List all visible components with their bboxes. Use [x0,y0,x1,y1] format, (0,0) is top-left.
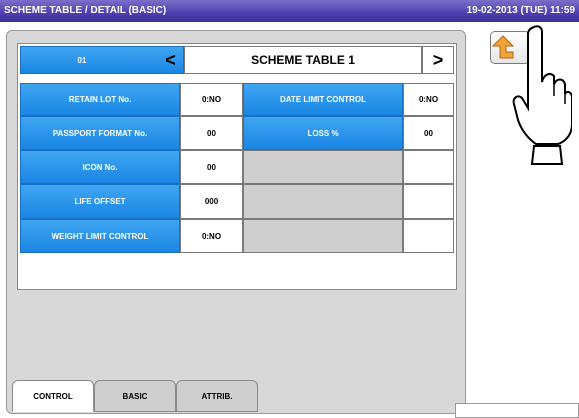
main-panel: 01 < SCHEME TABLE 1 > RETAIN LOT No. 0:N… [6,30,466,414]
life-offset-value[interactable]: 000 [180,184,243,219]
date-time: 19-02-2013 (TUE) 11:59 [466,5,575,16]
next-scheme-button[interactable]: > [422,46,454,74]
empty-value-cell [403,184,454,219]
empty-label-cell [243,150,403,184]
title-bar: SCHEME TABLE / DETAIL (BASIC) 19-02-2013… [0,0,579,22]
passport-format-value[interactable]: 00 [180,116,243,150]
bottom-right-box [455,403,579,418]
prev-scheme-button[interactable]: < [157,46,184,74]
weight-limit-control-value[interactable]: 0:NO [180,219,243,253]
empty-value-cell [403,150,454,184]
chevron-left-icon: < [165,49,176,70]
loss-percent-value[interactable]: 00 [403,116,454,150]
icon-no-value[interactable]: 00 [180,150,243,184]
scheme-title: SCHEME TABLE 1 [184,46,422,74]
empty-value-cell [403,219,454,253]
weight-limit-control-label: WEIGHT LIMIT CONTROL [20,219,180,253]
icon-no-label: ICON No. [20,150,180,184]
screen-title: SCHEME TABLE / DETAIL (BASIC) [4,5,167,16]
retain-lot-label: RETAIN LOT No. [20,83,180,116]
retain-lot-value[interactable]: 0:NO [180,83,243,116]
date-limit-control-label: DATE LIMIT CONTROL [243,83,403,116]
scheme-number: 01 [77,55,87,65]
tab-attrib[interactable]: ATTRIB. [176,380,258,412]
life-offset-label: LIFE OFFSET [20,184,180,219]
empty-label-cell [243,184,403,219]
date-limit-control-value[interactable]: 0:NO [403,83,454,116]
passport-format-label: PASSPORT FORMAT No. [20,116,180,150]
loss-percent-label: LOSS % [243,116,403,150]
tab-basic[interactable]: BASIC [94,380,176,412]
empty-label-cell [243,219,403,253]
settings-table: 01 < SCHEME TABLE 1 > RETAIN LOT No. 0:N… [17,43,457,290]
chevron-right-icon: > [432,49,444,70]
pointing-hand-icon [512,25,572,165]
tab-control[interactable]: CONTROL [12,380,94,412]
